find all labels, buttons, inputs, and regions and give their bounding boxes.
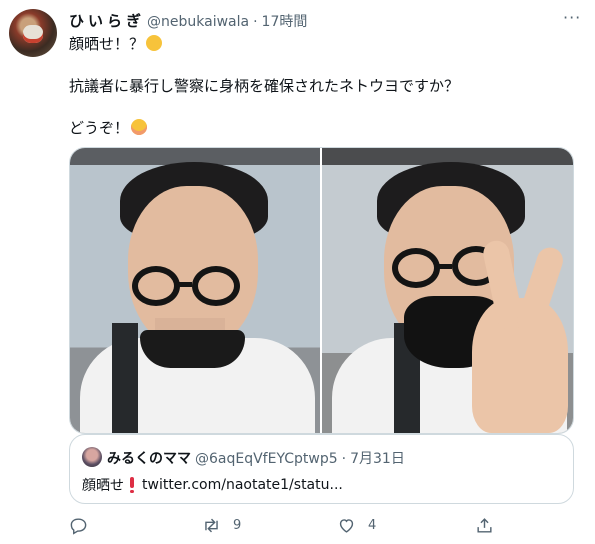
photo-left-strap bbox=[112, 323, 138, 433]
tweet-line-1: 顔晒せ！？ bbox=[69, 34, 569, 55]
quoted-author-avatar bbox=[82, 447, 102, 467]
reply-button[interactable] bbox=[69, 514, 100, 536]
photo-left-glasses-right bbox=[192, 266, 240, 306]
like-button[interactable]: 4 bbox=[337, 514, 376, 536]
retweet-button[interactable]: 9 bbox=[202, 514, 241, 536]
photo-right-glasses-bridge bbox=[438, 264, 452, 269]
more-options-icon[interactable]: ··· bbox=[563, 8, 581, 27]
author-handle[interactable]: @nebukaiwala bbox=[147, 14, 249, 30]
quoted-author-name: みるくのママ bbox=[107, 451, 191, 467]
quoted-tweet-text: 顔晒せ twitter.com/naotate1/statu... bbox=[82, 475, 343, 495]
smiling-face-icon bbox=[131, 119, 148, 135]
quoted-header-separator: · bbox=[341, 451, 347, 467]
exclamation-icon bbox=[128, 477, 136, 493]
heart-icon bbox=[339, 518, 354, 533]
quoted-tweet-header: みるくのママ @6aqEqVfEYCptwp5 · 7月31日 bbox=[107, 448, 405, 468]
action-bar: 9 4 bbox=[69, 514, 574, 536]
share-button[interactable] bbox=[475, 514, 494, 536]
photo-right-glasses-left bbox=[392, 248, 440, 288]
tweet-line-3: どうぞ！ bbox=[69, 118, 569, 139]
photo-left-glasses-left bbox=[132, 266, 180, 306]
reply-icon bbox=[70, 517, 87, 535]
share-icon bbox=[477, 517, 492, 533]
quoted-tweet-date: 7月31日 bbox=[350, 451, 405, 467]
tweet-text: 顔晒せ！？ 抗議者に暴行し警察に身柄を確保されたネトウヨですか？ どうぞ！ bbox=[69, 34, 569, 139]
retweet-icon bbox=[205, 518, 218, 532]
quoted-text-prefix: 顔晒せ bbox=[82, 478, 124, 494]
thinking-face-icon bbox=[146, 35, 163, 51]
retweet-count: 9 bbox=[233, 517, 242, 533]
author-avatar[interactable] bbox=[9, 9, 57, 57]
photo-left[interactable] bbox=[70, 148, 320, 433]
header-separator: · bbox=[253, 14, 258, 30]
tweet-header: ひいらぎ @nebukaiwala · 17時間 bbox=[69, 10, 307, 32]
photo-left-glasses-bridge bbox=[178, 282, 192, 287]
media-grid bbox=[69, 147, 574, 434]
tweet-line-2: 抗議者に暴行し警察に身柄を確保されたネトウヨですか？ bbox=[69, 77, 460, 95]
tweet-timestamp[interactable]: 17時間 bbox=[262, 11, 308, 31]
photo-left-mask bbox=[140, 330, 245, 368]
author-name[interactable]: ひいらぎ bbox=[69, 10, 145, 31]
quoted-author-handle: @6aqEqVfEYCptwp5 bbox=[195, 451, 338, 467]
like-count: 4 bbox=[368, 517, 377, 533]
quoted-tweet[interactable]: みるくのママ @6aqEqVfEYCptwp5 · 7月31日 顔晒せ twit… bbox=[69, 434, 574, 504]
photo-right[interactable] bbox=[322, 148, 573, 433]
quoted-link[interactable]: twitter.com/naotate1/statu... bbox=[142, 477, 343, 493]
